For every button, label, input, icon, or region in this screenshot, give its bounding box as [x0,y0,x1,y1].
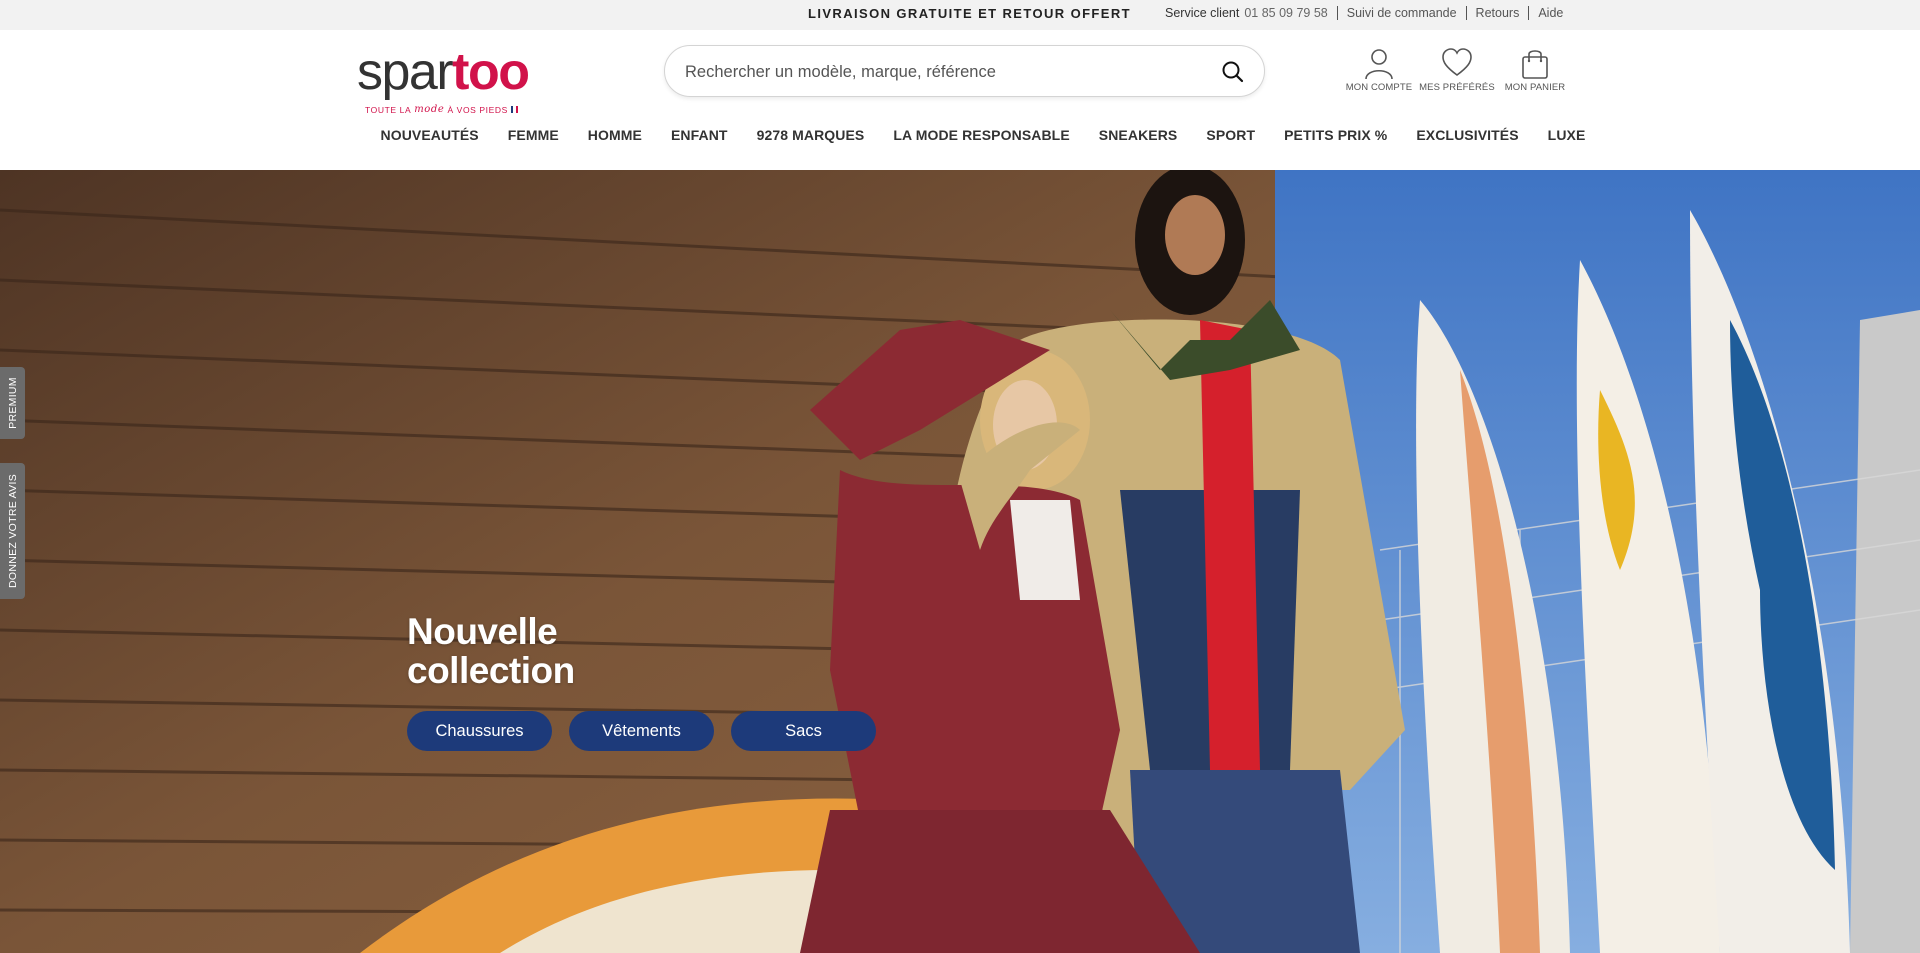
favorites-button[interactable]: MES PRÉFÉRÉS [1418,46,1496,93]
nav-item-sport[interactable]: SPORT [1192,127,1270,143]
service-client-phone[interactable]: 01 85 09 79 58 [1244,6,1327,20]
logo-tagline: TOUTE LA mode À VOS PIEDS [365,104,519,115]
search-icon[interactable] [1220,59,1246,85]
hero-bags-button[interactable]: Sacs [731,711,876,751]
nav-item-marques[interactable]: 9278 MARQUES [742,127,879,143]
my-account-button[interactable]: MON COMPTE [1340,46,1418,93]
search-bar [664,45,1265,97]
order-tracking-link[interactable]: Suivi de commande [1347,6,1457,20]
my-account-label: MON COMPTE [1345,82,1413,93]
nav-item-mode-responsable[interactable]: LA MODE RESPONSABLE [879,127,1084,143]
account-actions: MON COMPTE MES PRÉFÉRÉS MON PANIER [1340,46,1574,93]
hero-banner[interactable]: Nouvelle collection Chaussures Vêtements… [0,170,1920,953]
heart-icon [1442,48,1472,76]
bag-icon [1522,50,1548,79]
nav-item-homme[interactable]: HOMME [573,127,656,143]
nav-item-petits-prix[interactable]: PETITS PRIX % [1270,127,1402,143]
main-nav: NOUVEAUTÉS FEMME HOMME ENFANT 9278 MARQU… [366,127,1600,143]
nav-item-exclusivites[interactable]: EXCLUSIVITÉS [1402,127,1533,143]
spartoo-logo[interactable]: spartoo TOUTE LA mode À VOS PIEDS [357,43,537,115]
hero-clothing-button[interactable]: Vêtements [569,711,714,751]
hero-buttons: Chaussures Vêtements Sacs [407,711,876,751]
cart-label: MON PANIER [1504,82,1566,93]
divider [1528,6,1530,20]
hero-photo [0,170,1920,953]
shipping-promo-text: LIVRAISON GRATUITE ET RETOUR OFFERT [808,6,1131,21]
top-bar: LIVRAISON GRATUITE ET RETOUR OFFERT Serv… [0,0,1920,30]
premium-side-tab[interactable]: PREMIUM [0,367,25,439]
hero-title: Nouvelle collection [407,611,575,691]
search-input[interactable] [685,60,1205,84]
divider [1465,6,1467,20]
french-flag-icon [510,106,519,113]
divider [1336,6,1338,20]
nav-item-enfant[interactable]: ENFANT [656,127,742,143]
service-client-label: Service client [1165,6,1240,20]
nav-item-luxe[interactable]: LUXE [1533,127,1600,143]
favorites-label: MES PRÉFÉRÉS [1419,82,1495,93]
site-header: spartoo TOUTE LA mode À VOS PIEDS MON CO… [0,30,1920,170]
cart-button[interactable]: MON PANIER [1496,46,1574,93]
nav-item-sneakers[interactable]: SNEAKERS [1084,127,1192,143]
nav-item-nouveautes[interactable]: NOUVEAUTÉS [366,127,493,143]
topbar-links: Service client 01 85 09 79 58 Suivi de c… [1165,6,1563,20]
feedback-side-tab[interactable]: DONNEZ VOTRE AVIS [0,463,25,599]
returns-link[interactable]: Retours [1476,6,1520,20]
hero-shoes-button[interactable]: Chaussures [407,711,552,751]
user-icon [1365,49,1393,80]
nav-item-femme[interactable]: FEMME [493,127,573,143]
help-link[interactable]: Aide [1538,6,1563,20]
logo-wordmark: spartoo [357,43,530,101]
